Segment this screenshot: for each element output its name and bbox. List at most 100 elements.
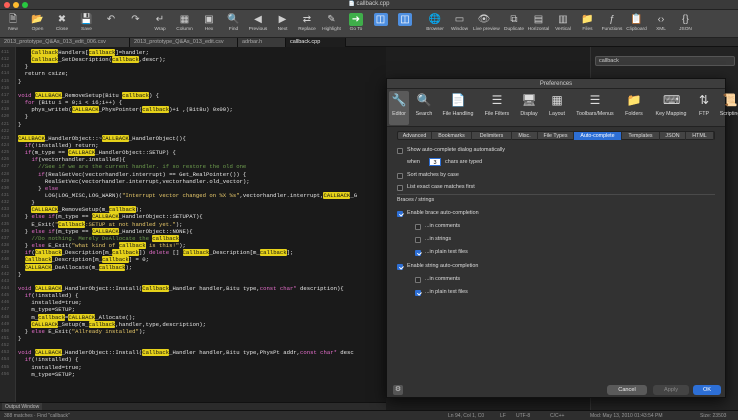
- cancel-button[interactable]: Cancel: [607, 385, 647, 395]
- brace-plain-row[interactable]: ...in plain text files: [415, 248, 468, 257]
- apply-button[interactable]: Apply: [653, 385, 689, 395]
- gear-icon[interactable]: ⚙: [393, 385, 403, 395]
- toolbar-button-tool-4[interactable]: ↶: [100, 12, 122, 36]
- toolbar-button-replace[interactable]: ⇄ Replace: [296, 12, 318, 36]
- toolbar-button-tool-5[interactable]: ↷: [125, 12, 147, 36]
- subtab-bookmarks[interactable]: Bookmarks: [432, 132, 472, 140]
- category-ftp[interactable]: ⇅ FTP: [695, 91, 713, 125]
- document-tab[interactable]: 2013_prototype_Q&As_013_edit.csv: [130, 38, 238, 47]
- category-scripting[interactable]: 📜Scripting: [717, 91, 738, 125]
- toolbar-button-live-preview[interactable]: 👁 Live preview: [473, 12, 500, 36]
- toolbar-button-horizontal[interactable]: ▤ Horizontal: [528, 12, 550, 36]
- brace-strings-row[interactable]: ...in strings: [415, 235, 451, 244]
- title-bar: 📄 callback.cpp: [0, 0, 738, 10]
- code-line: installed=true;: [18, 363, 82, 371]
- display-icon: 🖥: [521, 93, 537, 107]
- enable-brace-checkbox[interactable]: [397, 210, 403, 217]
- line-number: 449: [1, 321, 10, 327]
- toolbar-button-column[interactable]: ▦ Column: [174, 12, 196, 36]
- wrap-icon: ↵: [155, 14, 165, 25]
- code-line: } else E_Exit("what kind of callback is …: [18, 242, 186, 250]
- toolbar-button-tool-16[interactable]: ◫: [394, 12, 416, 36]
- sort-matches-checkbox[interactable]: [397, 172, 403, 179]
- subtab-file-types[interactable]: File Types: [538, 132, 574, 140]
- brace-plain-checkbox[interactable]: [415, 249, 421, 256]
- json-icon: {}: [682, 14, 689, 25]
- enable-brace-row[interactable]: Enable brace auto-completion: [397, 209, 479, 218]
- toolbar-button-new[interactable]: 🗎 New: [2, 12, 24, 36]
- list-exact-row[interactable]: List exact case matches first: [397, 183, 475, 192]
- toolbar-button-hex[interactable]: ▣ Hex: [198, 12, 220, 36]
- category-editor[interactable]: 🔧 Editor: [389, 91, 409, 125]
- category-toolbars-menus[interactable]: ☰ Toolbars/Menus: [573, 91, 617, 125]
- string-plain-checkbox[interactable]: [415, 289, 421, 296]
- brace-comments-checkbox[interactable]: [415, 223, 421, 230]
- search-input[interactable]: callback: [595, 56, 735, 66]
- output-window-bar: Output Window: [0, 402, 386, 411]
- string-comments-checkbox[interactable]: [415, 276, 421, 283]
- sort-matches-row[interactable]: Sort matches by case: [397, 171, 459, 180]
- status-encoding[interactable]: UTF-8: [516, 411, 530, 420]
- line-number: 437: [1, 235, 10, 241]
- string-comments-row[interactable]: ...in comments: [415, 275, 460, 284]
- category-file-filters[interactable]: ☰ File Filters: [481, 91, 513, 125]
- enable-string-row[interactable]: Enable string auto-completion: [397, 262, 478, 271]
- toolbar-button-json[interactable]: {} JSON: [675, 12, 697, 36]
- line-number: 423: [1, 135, 10, 141]
- status-line-ending[interactable]: LF: [500, 411, 506, 420]
- enable-string-checkbox[interactable]: [397, 263, 403, 270]
- toolbar-button-tool-15[interactable]: ◫: [370, 12, 392, 36]
- line-number: 432: [1, 200, 10, 206]
- toolbar-button-files[interactable]: 📁 Files: [577, 12, 599, 36]
- subtab-advanced[interactable]: Advanced: [398, 132, 432, 140]
- code-editor[interactable]: 411 412 413 414 415 416 417 418 419 420 421 422 423 4…: [0, 47, 386, 402]
- toolbar-button-find[interactable]: 🔍 Find: [223, 12, 245, 36]
- subtab-json[interactable]: JSON: [660, 132, 686, 140]
- toolbar-button-save[interactable]: 💾 Save: [76, 12, 98, 36]
- status-language[interactable]: C/C++: [550, 411, 564, 420]
- category-file-handling[interactable]: 📄 File Handling: [439, 91, 477, 125]
- category-search[interactable]: 🔍 Search: [413, 91, 435, 125]
- category-layout[interactable]: ▦ Layout: [545, 91, 569, 125]
- string-plain-row[interactable]: ...in plain text files: [415, 288, 468, 297]
- document-tab[interactable]: adrbar.h: [238, 38, 286, 47]
- line-number: 445: [1, 293, 10, 299]
- chars-typed-stepper[interactable]: 3: [429, 158, 441, 166]
- line-number: 428: [1, 171, 10, 177]
- code-line: }: [18, 120, 22, 128]
- ok-button[interactable]: OK: [693, 385, 721, 395]
- code-line: if(!installed) {: [24, 356, 79, 364]
- toolbar-button-close[interactable]: ✖ Close: [51, 12, 73, 36]
- toolbar-button-window[interactable]: ▭ Window: [449, 12, 471, 36]
- toolbar-button-previous[interactable]: ◀ Previous: [247, 12, 269, 36]
- toolbar-button-next[interactable]: ▶ Next: [272, 12, 294, 36]
- show-dialog-checkbox[interactable]: [397, 147, 403, 154]
- toolbar-button-go-to[interactable]: ➜ Go To: [345, 12, 367, 36]
- list-exact-checkbox[interactable]: [397, 184, 403, 191]
- show-dialog-row[interactable]: Show auto-complete dialog automatically: [397, 146, 505, 155]
- subtab-templates[interactable]: Templates: [622, 132, 660, 140]
- line-number: 412: [1, 57, 10, 63]
- code-line: m_type=SETUP;: [18, 306, 76, 314]
- subtab-misc-[interactable]: Misc.: [512, 132, 538, 140]
- brace-comments-row[interactable]: ...in comments: [415, 222, 460, 231]
- document-tab[interactable]: 2013_prototype_Q&As_013_edit_006.csv: [0, 38, 130, 47]
- toolbar-button-wrap[interactable]: ↵ Wrap: [149, 12, 171, 36]
- toolbar-button-open[interactable]: 📂 Open: [27, 12, 49, 36]
- category-display[interactable]: 🖥 Display: [517, 91, 541, 125]
- toolbar-button-xml[interactable]: ‹› XML: [650, 12, 672, 36]
- category-key-mapping[interactable]: ⌨ Key Mapping: [651, 91, 691, 125]
- toolbar-button-vertical[interactable]: ▥ Vertical: [552, 12, 574, 36]
- subtab-delimiters[interactable]: Delimiters: [472, 132, 512, 140]
- toolbar-button-duplicate[interactable]: ⧉ Duplicate: [503, 12, 525, 36]
- subtab-html[interactable]: HTML: [686, 132, 714, 140]
- subtab-auto-complete[interactable]: Auto-complete: [574, 132, 622, 140]
- category-folders[interactable]: 📁 Folders: [621, 91, 647, 125]
- toolbar-button-highlight[interactable]: ✎ Highlight: [321, 12, 343, 36]
- brace-strings-checkbox[interactable]: [415, 236, 421, 243]
- document-tab[interactable]: callback.cpp: [286, 38, 346, 47]
- toolbar-button-browser[interactable]: 🌐 Browser: [424, 12, 446, 36]
- code-line: if(vectorhandler.installed){: [31, 156, 126, 164]
- toolbar-button-clipboard[interactable]: 📋 Clipboard: [626, 12, 648, 36]
- toolbar-button-functions[interactable]: ƒ Functions: [601, 12, 623, 36]
